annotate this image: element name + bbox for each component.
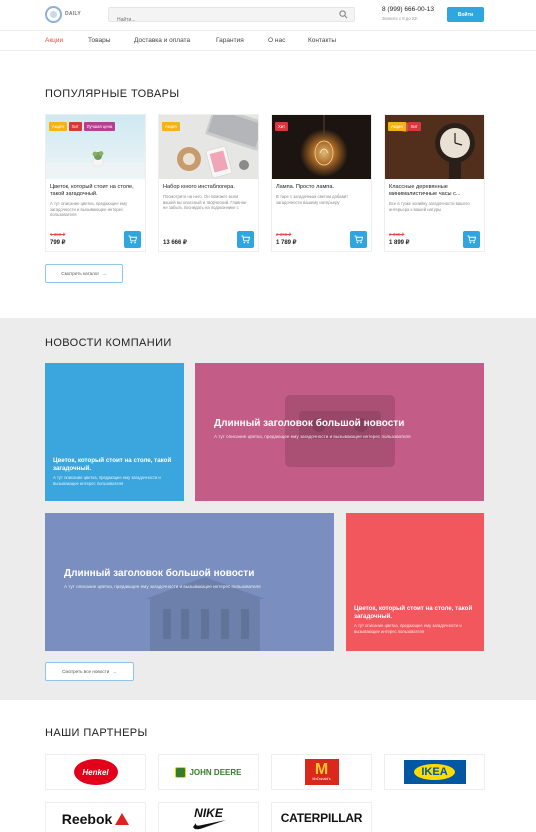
reebok-vector-icon xyxy=(115,813,130,825)
caterpillar-logo-text: CATERPILLAR xyxy=(280,811,363,825)
badge-group: Хит xyxy=(275,122,289,131)
badge-best-price: Лучшая цена xyxy=(83,122,116,131)
badge-hit: Хит xyxy=(407,122,421,131)
deer-icon xyxy=(175,766,187,778)
partner-logo-reebok[interactable]: Reebok xyxy=(45,802,146,832)
cart-icon xyxy=(354,235,363,244)
work-hours: Звоните с 8 до 22! xyxy=(382,16,418,21)
building-illustration xyxy=(145,577,265,651)
main-nav: Акции Товары Доставка и оплата Гарантия … xyxy=(0,30,536,51)
product-price: 1 789 ₽ xyxy=(276,240,297,246)
news-headline: Длинный заголовок большой новости xyxy=(64,568,255,579)
phone-number[interactable]: 8 (999) 666-00-13 xyxy=(382,6,434,13)
partner-logo-mcdonalds[interactable]: M McDonald's xyxy=(271,754,372,790)
logo-icon xyxy=(45,5,62,23)
product-description: Все в тузке хопийку загадочности вашего … xyxy=(389,201,470,212)
badge-sale: Акция xyxy=(388,122,406,131)
badge-group: Акция xyxy=(162,122,180,131)
cart-icon xyxy=(128,235,137,244)
news-summary: А тут описание цветка, предающее ему заг… xyxy=(64,584,261,589)
news-summary: А тут описание цветка, предающее ему заг… xyxy=(354,623,462,634)
add-to-cart-button[interactable] xyxy=(350,231,367,248)
news-card[interactable]: Цветок, который стоит на столе, такой за… xyxy=(45,363,184,501)
product-name[interactable]: Набор юного инстаблогера. xyxy=(163,184,255,191)
partner-logo-john-deere[interactable]: JOHN DEERE xyxy=(158,754,259,790)
partner-logo-ikea[interactable]: IKEA xyxy=(384,754,485,790)
arrow-right-icon: → xyxy=(112,669,117,674)
badge-hit: Хит xyxy=(275,122,289,131)
news-headline: Длинный заголовок большой новости xyxy=(214,418,405,429)
nav-item-sales[interactable]: Акции xyxy=(45,37,63,44)
product-name[interactable]: Классные деревянные минималистичные часы… xyxy=(389,184,481,198)
product-price: 1 899 ₽ xyxy=(389,240,410,246)
golden-arches-icon: M xyxy=(314,761,329,778)
add-to-cart-button[interactable] xyxy=(124,231,141,248)
product-card[interactable]: Акция Набор юного инстаблогера. Посмотри… xyxy=(158,114,259,252)
badge-sale: Акция xyxy=(49,122,67,131)
news-title: НОВОСТИ КОМПАНИИ xyxy=(45,337,172,349)
add-to-cart-button[interactable] xyxy=(237,231,254,248)
product-name[interactable]: Цветок, который стоит на столе, такой за… xyxy=(50,184,142,198)
nav-item-about[interactable]: О нас xyxy=(268,37,285,44)
reebok-logo-text: Reebok xyxy=(61,811,113,827)
swoosh-icon xyxy=(192,820,226,830)
view-catalog-label: Смотреть каталог xyxy=(61,271,100,276)
product-old-price: 1 399 ₽ xyxy=(50,232,66,237)
product-card[interactable]: Акция Хит Классные деревянные минималист… xyxy=(384,114,485,252)
news-card[interactable]: Длинный заголовок большой новости А тут … xyxy=(195,363,484,501)
cart-icon xyxy=(241,235,250,244)
nav-item-contacts[interactable]: Контакты xyxy=(308,37,336,44)
product-old-price: 2 399 ₽ xyxy=(276,232,292,237)
badge-sale: Акция xyxy=(162,122,180,131)
badge-group: Акция Хит xyxy=(388,122,421,131)
john-deere-logo-text: JOHN DEERE xyxy=(189,767,242,777)
search-input[interactable] xyxy=(109,13,329,27)
site-header: DAILY 8 (999) 666-00-13 Звоните с 8 до 2… xyxy=(0,0,536,30)
search-box xyxy=(108,7,355,27)
cart-icon xyxy=(467,235,476,244)
nav-item-warranty[interactable]: Гарантия xyxy=(216,37,244,44)
ikea-logo-text: IKEA xyxy=(414,764,455,780)
view-catalog-button[interactable]: Смотреть каталог → xyxy=(45,264,123,283)
partner-logo-nike[interactable]: NIKE xyxy=(158,802,259,832)
arrow-right-icon: → xyxy=(102,271,107,276)
partners-title: НАШИ ПАРТНЕРЫ xyxy=(45,727,148,739)
product-old-price: 2 399 ₽ xyxy=(389,232,405,237)
news-summary: А тут описание цветка, предающее ему заг… xyxy=(53,475,161,486)
logo[interactable]: DAILY xyxy=(45,5,85,23)
product-price: 799 ₽ xyxy=(50,240,66,246)
news-headline: Цветок, который стоит на столе, такой за… xyxy=(354,605,473,620)
news-card[interactable]: Длинный заголовок большой новости А тут … xyxy=(45,513,334,651)
view-all-news-button[interactable]: Смотреть все новости → xyxy=(45,662,134,681)
badge-group: Акция Хит Лучшая цена xyxy=(49,122,116,131)
product-name[interactable]: Лампа. Просто лампа. xyxy=(276,184,368,191)
login-button[interactable]: Войти xyxy=(447,7,484,22)
nav-item-products[interactable]: Товары xyxy=(88,37,110,44)
news-summary: А тут описание цветка, предающее ему заг… xyxy=(214,434,411,439)
partner-logo-henkel[interactable]: Henkel xyxy=(45,754,146,790)
partner-logo-caterpillar[interactable]: CATERPILLAR xyxy=(271,802,372,832)
news-card[interactable]: Цветок, который стоит на столе, такой за… xyxy=(346,513,484,651)
add-to-cart-button[interactable] xyxy=(463,231,480,248)
product-card[interactable]: Акция Хит Лучшая цена Цветок, который ст… xyxy=(45,114,146,252)
mcdonalds-logo: M McDonald's xyxy=(304,759,339,785)
product-description: В таре с загадочным светом добавит загад… xyxy=(276,194,349,205)
product-description: А тут описание цветка, предающее ему заг… xyxy=(50,201,128,217)
news-headline: Цветок, который стоит на столе, такой за… xyxy=(53,457,172,472)
search-icon[interactable] xyxy=(339,10,348,19)
logo-text: DAILY xyxy=(65,11,82,17)
henkel-logo-text: Henkel xyxy=(73,759,118,785)
product-price: 13 666 ₽ xyxy=(163,240,187,246)
ikea-logo: IKEA xyxy=(403,760,466,784)
badge-hit: Хит xyxy=(68,122,82,131)
mcdonalds-logo-text: McDonald's xyxy=(312,777,331,781)
product-description: Посмотрите на него. Он поможет всем ваше… xyxy=(163,194,247,210)
product-card[interactable]: Хит Лампа. Просто лампа. В таре с загадо… xyxy=(271,114,372,252)
view-all-news-label: Смотреть все новости xyxy=(62,669,110,674)
cassette-illustration xyxy=(285,395,395,467)
nav-item-delivery[interactable]: Доставка и оплата xyxy=(134,37,190,44)
nike-logo-text: NIKE xyxy=(194,806,223,820)
popular-title: ПОПУЛЯРНЫЕ ТОВАРЫ xyxy=(45,88,180,100)
